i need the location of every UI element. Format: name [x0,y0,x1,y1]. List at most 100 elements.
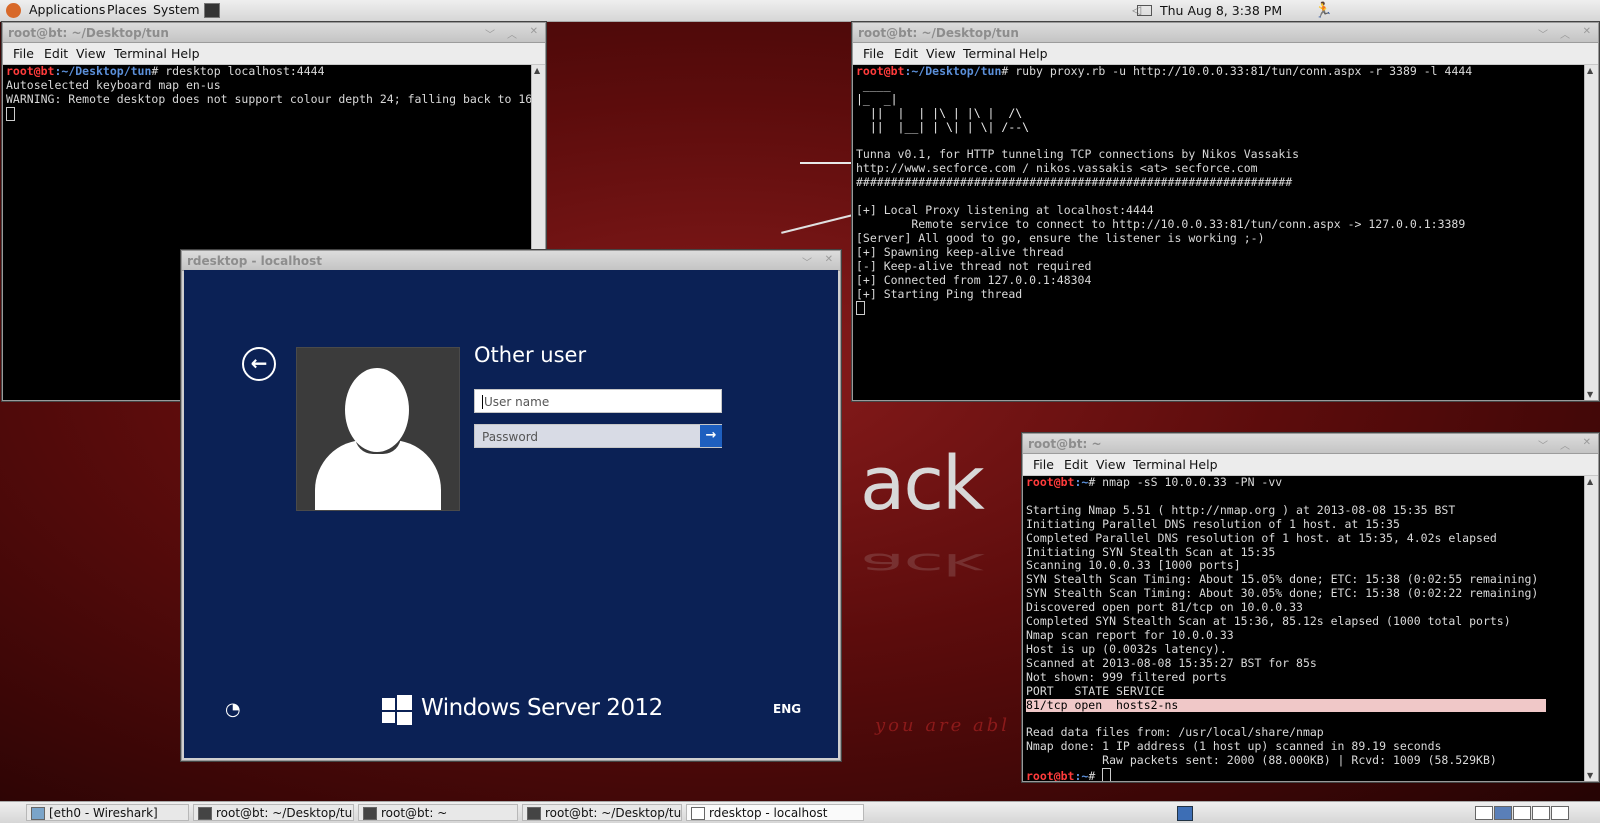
close-icon[interactable]: ✕ [530,26,538,37]
terminal-launcher-icon[interactable] [204,3,220,18]
menu-places[interactable]: Places [107,2,147,17]
maximize-icon[interactable]: ︿ [1560,26,1570,41]
prompt-path: :~ [1074,476,1089,489]
output-line: Remote service to connect to http://10.0… [856,216,1466,231]
menu-terminal[interactable]: Terminal [963,46,1016,61]
taskbar-item-terminal-home[interactable]: root@bt: ~ [358,804,518,821]
window-title: rdesktop - localhost [187,254,323,268]
scroll-up-icon[interactable]: ▲ [1587,477,1593,486]
workspace-4[interactable] [1532,806,1550,820]
output-line: Completed Parallel DNS resolution of 1 h… [1026,530,1497,545]
window-title: root@bt: ~/Desktop/tun [858,26,1019,40]
menu-edit[interactable]: Edit [1064,457,1088,472]
rdesktop-window[interactable]: rdesktop - localhost ﹀ ✕ ← Other user Us… [181,250,841,761]
menu-view[interactable]: View [1096,457,1126,472]
selected-output-line[interactable]: 81/tcp open hosts2-ns [1026,698,1546,713]
wireshark-icon [31,807,45,820]
output-line: [+] Local Proxy listening at localhost:4… [856,203,1154,218]
top-panel: Applications Places System ◁ Thu Aug 8, … [0,0,1600,22]
prompt-path: :~/Desktop/tun [904,65,1002,78]
terminal-window-nmap[interactable]: root@bt: ~ ﹀ ︿ ✕ File Edit View Terminal… [1022,433,1599,782]
taskbar-label: root@bt: ~ [381,806,448,820]
terminal-output[interactable]: root@bt:~# nmap -sS 10.0.0.33 -PN -vv St… [1023,476,1584,781]
terminal-icon [363,807,377,820]
workspace-2[interactable] [1494,806,1512,820]
login-heading: Other user [474,343,587,367]
ascii-art-line: || | | |\ | |\ | /\ [856,105,1023,120]
output-line: Autoselected keyboard map en-us [6,77,221,92]
window-titlebar[interactable]: rdesktop - localhost ﹀ ✕ [182,251,840,271]
scrollbar[interactable]: ▲ ▼ [1584,476,1598,781]
close-icon[interactable]: ✕ [825,254,833,265]
distro-logo-icon[interactable] [6,3,21,18]
menu-file[interactable]: File [13,46,34,61]
minimize-icon[interactable]: ﹀ [1538,437,1548,452]
windows-server-brand: Windows Server 2012 [421,695,663,721]
taskbar-item-terminal-tun-2[interactable]: root@bt: ~/Desktop/tun [522,804,682,821]
minimize-icon[interactable]: ﹀ [485,26,495,41]
text-cursor [856,301,865,316]
menu-terminal[interactable]: Terminal [114,46,167,61]
ascii-art-line: ____ [856,77,891,92]
ease-of-access-icon[interactable]: ◔ [225,699,241,720]
terminal-output[interactable]: root@bt:~/Desktop/tun# ruby proxy.rb -u … [853,65,1584,400]
output-line: [+] Spawning keep-alive thread [856,244,1064,259]
workspace-5[interactable] [1551,806,1569,820]
prompt-user: root@bt [1026,476,1075,489]
workspace-3[interactable] [1513,806,1531,820]
network-icon[interactable] [1177,806,1193,821]
window-titlebar[interactable]: root@bt: ~ ﹀ ︿ ✕ [1023,434,1598,454]
scroll-down-icon[interactable]: ▼ [1587,771,1593,780]
taskbar-item-wireshark[interactable]: [eth0 - Wireshark] [26,804,189,821]
menu-view[interactable]: View [76,46,106,61]
output-line: [Server] All good to go, ensure the list… [856,230,1265,245]
output-line: Discovered open port 81/tcp on 10.0.0.33 [1026,600,1303,615]
taskbar-item-terminal-tun[interactable]: root@bt: ~/Desktop/tun [193,804,354,821]
output-line: Completed SYN Stealth Scan at 15:36, 85.… [1026,614,1511,629]
taskbar-item-rdesktop[interactable]: rdesktop - localhost [686,804,864,821]
menu-applications[interactable]: Applications [29,2,105,17]
menu-view[interactable]: View [926,46,956,61]
running-man-icon[interactable]: 🏃 [1314,1,1333,19]
workspace-1[interactable] [1475,806,1493,820]
close-icon[interactable]: ✕ [1583,26,1591,37]
workspace-switcher[interactable] [1475,806,1570,823]
password-input[interactable]: Password [474,424,722,448]
menu-file[interactable]: File [1033,457,1054,472]
submit-arrow-button[interactable]: → [700,425,722,447]
clock[interactable]: Thu Aug 8, 3:38 PM [1160,3,1282,18]
menu-system[interactable]: System [153,2,200,17]
back-arrow-icon[interactable]: ← [242,347,276,381]
scrollbar[interactable]: ▲ ▼ [1584,65,1598,400]
scroll-up-icon[interactable]: ▲ [534,66,540,75]
wallpaper-logo-reflection: ack [860,546,983,582]
menu-help[interactable]: Help [1019,46,1048,61]
minimize-icon[interactable]: ﹀ [802,254,812,269]
menu-edit[interactable]: Edit [44,46,68,61]
close-icon[interactable]: ✕ [1583,437,1591,448]
menu-edit[interactable]: Edit [894,46,918,61]
window-titlebar[interactable]: root@bt: ~/Desktop/tun ﹀ ︿ ✕ [853,23,1598,43]
wallpaper-logo: ack [860,441,985,527]
prompt-user: root@bt [1026,769,1075,781]
menu-terminal[interactable]: Terminal [1133,457,1186,472]
windows-login-screen[interactable]: ← Other user User name Password → ◔ Wind… [184,270,838,758]
menu-file[interactable]: File [863,46,884,61]
username-input[interactable]: User name [474,389,722,413]
terminal-window-proxy[interactable]: root@bt: ~/Desktop/tun ﹀ ︿ ✕ File Edit V… [852,22,1599,401]
maximize-icon[interactable]: ︿ [1560,437,1570,452]
maximize-icon[interactable]: ︿ [507,26,517,41]
window-titlebar[interactable]: root@bt: ~/Desktop/tun ﹀ ︿ ✕ [3,23,545,43]
output-line: Tunna v0.1, for HTTP tunneling TCP conne… [856,147,1300,162]
menu-help[interactable]: Help [171,46,200,61]
ascii-art-line: |_ _| [856,91,898,106]
mail-icon[interactable] [1137,5,1152,16]
scroll-down-icon[interactable]: ▼ [1587,390,1593,399]
wallpaper-tagline: you are abl [875,715,1011,736]
scroll-up-icon[interactable]: ▲ [1587,66,1593,75]
ascii-art-line: || |__| | \| | \| /--\ [856,119,1030,134]
menu-help[interactable]: Help [1189,457,1218,472]
language-indicator[interactable]: ENG [773,702,801,716]
minimize-icon[interactable]: ﹀ [1538,26,1548,41]
password-placeholder: Password [482,430,539,444]
